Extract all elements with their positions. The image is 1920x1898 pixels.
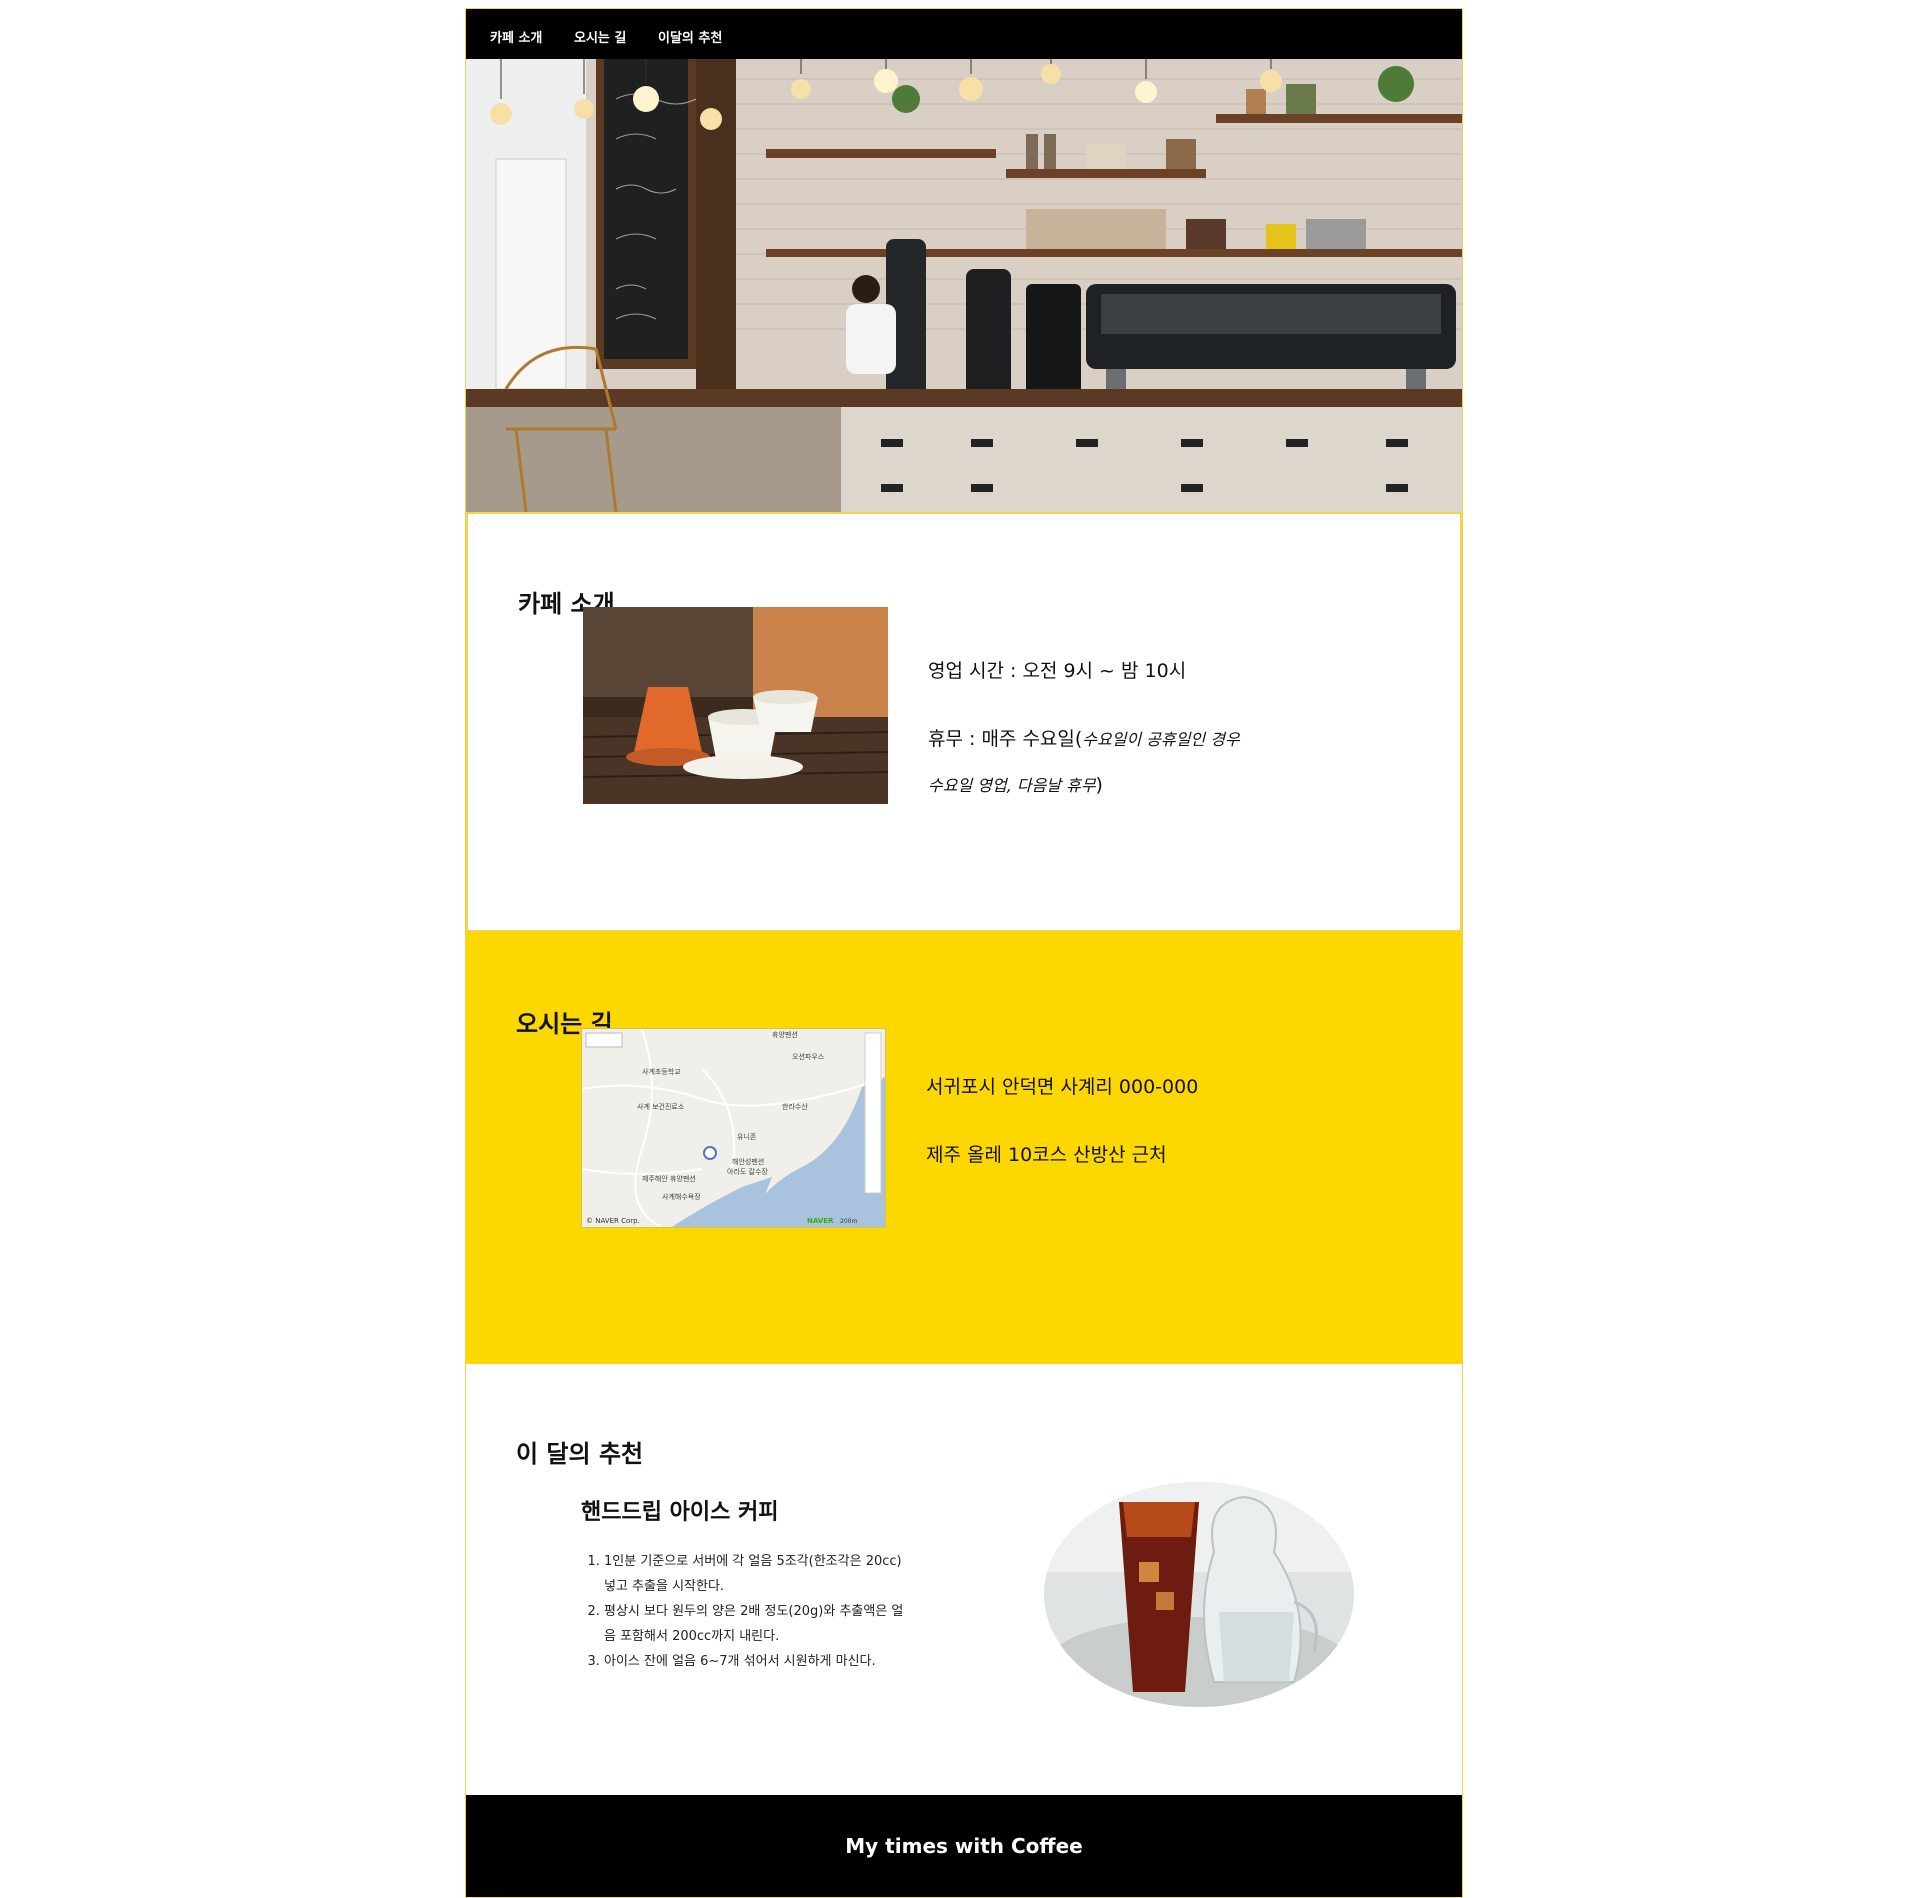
page-container: 카페 소개 오시는 길 이달의 추천 카페 소개 영업 시간: 오전 9시 ~… [465,8,1463,1898]
hero-illustration [466,59,1462,512]
section-monthly-pick: 이 달의 추천 핸드드립 아이스 커피 1인분 기준으로 서버에 각 얼음 5조… [466,1364,1462,1805]
map-scale: 200m [840,1218,857,1225]
holiday-main: 휴무 : 매주 수요일( [928,728,1083,750]
map-label-harbor: 사계해수욕장 [662,1192,701,1201]
reco-steps-list: 1인분 기준으로 서버에 각 얼음 5조각(한조각은 20cc) 넣고 추출을 … [586,1549,904,1674]
nav-item-intro[interactable]: 카페 소개 [490,27,542,46]
landmark-text: 제주 올레 10코스 산방산 근처 [926,1144,1167,1166]
address-text: 서귀포시 안덕면 사계리 000-000 [926,1076,1199,1098]
location-map[interactable]: 휴양펜션 오션파우스 사계초등학교 사계 보건진료소 한라수산 유니존 해안성펜… [581,1028,886,1228]
section-cafe-intro: 카페 소개 영업 시간 : 오전 9시 ~ 밤 10시 휴무: 매주 수요일(… [466,512,1462,932]
map-label-hanra: 한라수산 [782,1102,808,1111]
section-directions: 오시는 길 휴양펜션 오션파우스 사계초등학교 사계 보건진료소 한라수산 유니… [466,932,1462,1364]
iced-coffee-photo [1044,1482,1354,1707]
map-label-oseon: 오션파우스 [792,1052,825,1061]
footer: My times with Coffee [466,1795,1462,1897]
top-nav: 카페 소개 오시는 길 이달의 추천 [466,9,1462,59]
holiday-close: ) [1095,774,1103,796]
holiday-note-1: 수요일이 공휴일인 경우 [1082,730,1240,749]
map-label-school: 사계초등학교 [642,1067,681,1076]
map-label-village: 유니존 [737,1132,757,1141]
reco-step: 평상시 보다 원두의 양은 2배 정도(20g)와 추출액은 얼음 포함해서 2… [604,1599,904,1649]
hero-cafe-image [466,59,1462,512]
reco-step: 1인분 기준으로 서버에 각 얼음 5조각(한조각은 20cc) 넣고 추출을 … [604,1549,904,1599]
business-hours: 영업 시간 : 오전 9시 ~ 밤 10시 [928,660,1187,682]
holiday-info-line1: 휴무 : 매주 수요일(수요일이 공휴일인 경우 [928,724,1240,751]
map-label-aquarium: 아라도 갈수장 [727,1167,768,1176]
cafe-cups-photo [583,607,888,804]
map-label-rest: 제주해안 휴양펜션 [642,1174,696,1183]
reco-subtitle: 핸드드립 아이스 커피 [581,1500,779,1525]
reco-step: 아이스 잔에 얼음 6~7개 섞어서 시원하게 마신다. [604,1649,904,1674]
nav-item-recommend[interactable]: 이달의 추천 [658,27,722,46]
holiday-note-2: 수요일 영업, 다음날 휴무 [928,776,1096,795]
holiday-info-line2: 수요일 영업, 다음날 휴무) [928,772,1103,796]
map-credit: © NAVER Corp. [586,1217,640,1225]
section-title-reco: 이 달의 추천 [516,1440,644,1468]
map-label-clinic: 사계 보건진료소 [637,1102,685,1111]
map-brand: NAVER [807,1217,834,1225]
footer-text: My times with Coffee [845,1834,1083,1858]
map-marker-icon[interactable] [703,1146,717,1160]
map-label-pension: 해안성펜션 [732,1157,764,1166]
nav-item-route[interactable]: 오시는 길 [574,27,626,46]
map-label-hyuyang: 휴양펜션 [772,1030,798,1039]
